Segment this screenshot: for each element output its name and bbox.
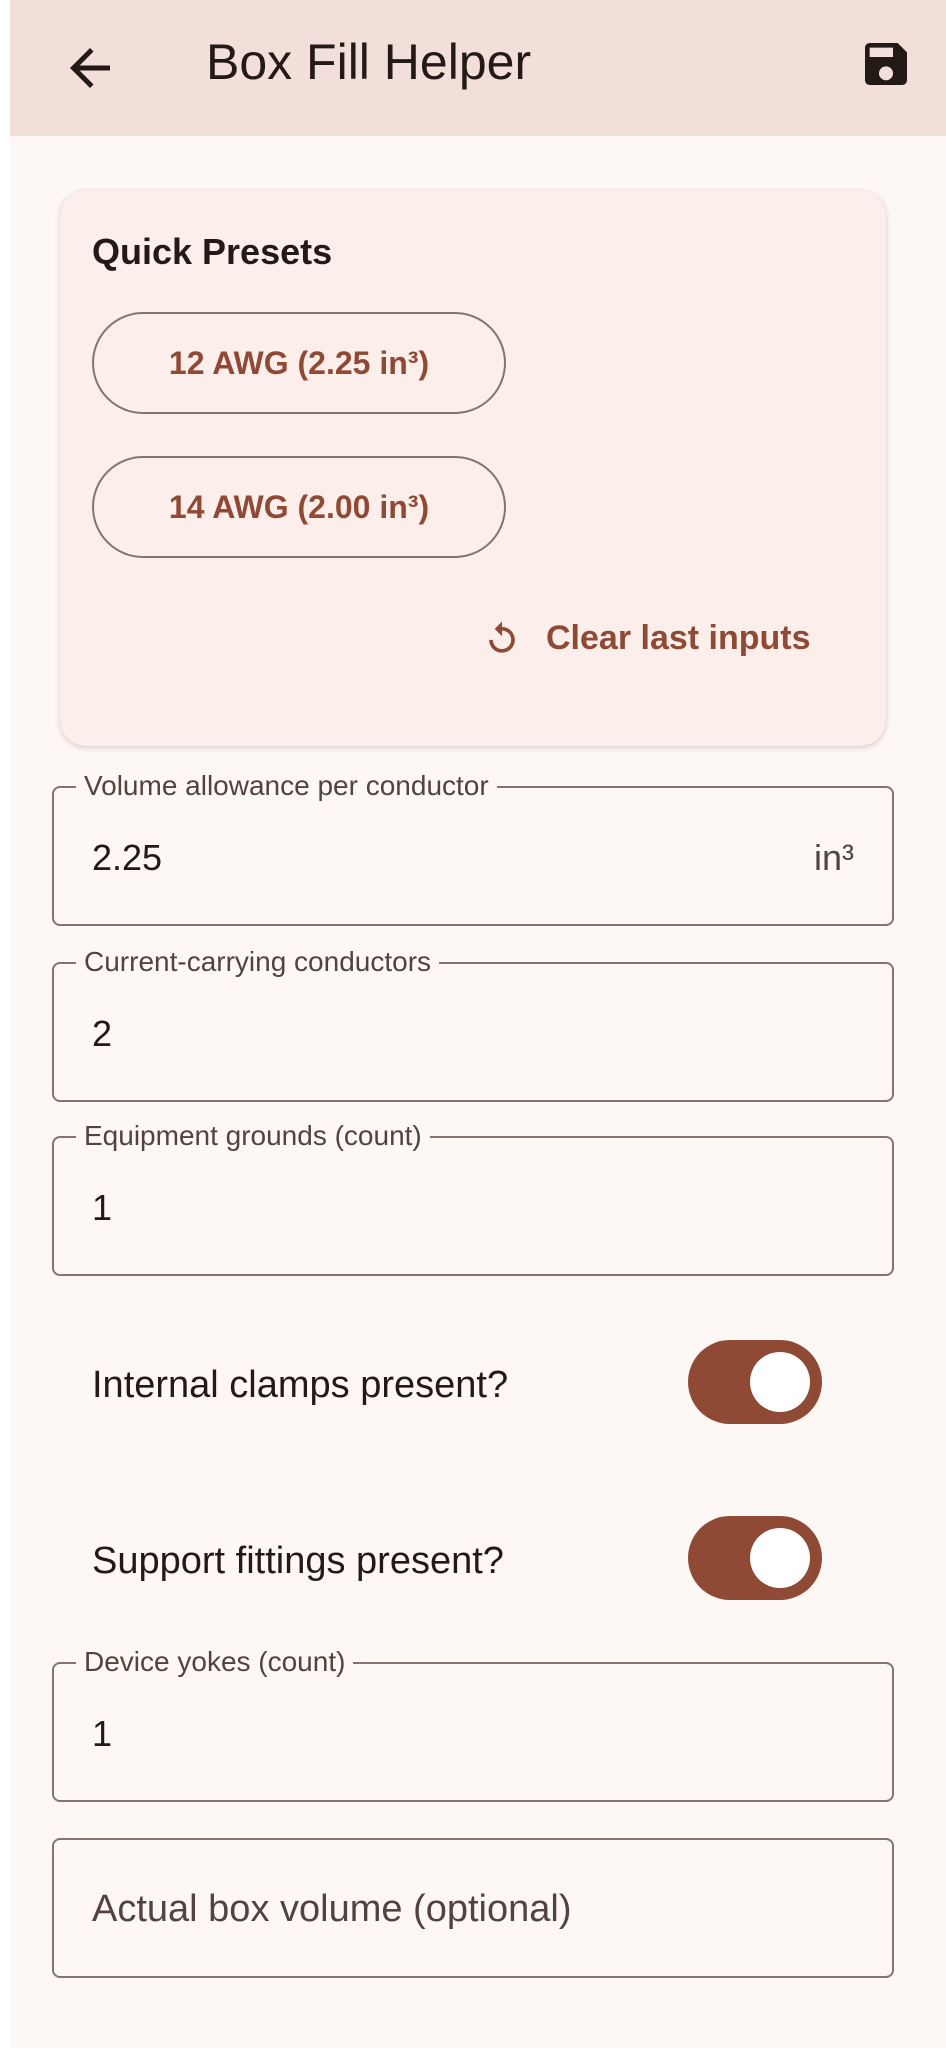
actual-box-volume-field[interactable]: Actual box volume (optional) (52, 1838, 894, 1978)
preset-button-label: 14 AWG (2.00 in³) (168, 488, 430, 525)
toggle-label: Support fittings present? (92, 1540, 504, 1582)
left-edge-strip (0, 0, 10, 2048)
app-bar: Box Fill Helper (10, 0, 946, 136)
field-label: Volume allowance per conductor (76, 770, 497, 802)
current-carrying-conductors-field[interactable]: Current-carrying conductors 2 (52, 946, 894, 1102)
unit-suffix: in³ (813, 837, 854, 878)
page-title: Box Fill Helper (206, 34, 532, 90)
field-label: Device yokes (count) (76, 1646, 354, 1678)
field-value: 1 (92, 1713, 113, 1754)
volume-allowance-field[interactable]: Volume allowance per conductor 2.25 in³ (52, 770, 894, 926)
clear-button-label: Clear last inputs (546, 618, 811, 657)
preset-14-awg-button[interactable]: 14 AWG (2.00 in³) (92, 456, 506, 558)
field-label: Current-carrying conductors (76, 946, 440, 978)
refresh-icon (489, 621, 515, 653)
arrow-left-icon[interactable] (60, 38, 120, 98)
field-label: Equipment grounds (count) (76, 1120, 430, 1152)
device-yokes-field[interactable]: Device yokes (count) 1 (52, 1646, 894, 1802)
internal-clamps-row: Internal clamps present? (52, 1340, 894, 1430)
field-value: 1 (92, 1187, 113, 1228)
support-fittings-row: Support fittings present? (52, 1516, 894, 1606)
clear-last-inputs-button[interactable]: Clear last inputs (480, 602, 870, 674)
equipment-grounds-field[interactable]: Equipment grounds (count) 1 (52, 1120, 894, 1276)
field-value: 2.25 (92, 837, 163, 878)
preset-12-awg-button[interactable]: 12 AWG (2.25 in³) (92, 312, 506, 414)
preset-button-label: 12 AWG (2.25 in³) (168, 344, 430, 381)
quick-presets-card: Quick Presets 12 AWG (2.25 in³) 14 AWG (… (60, 190, 886, 746)
internal-clamps-switch[interactable] (688, 1340, 822, 1424)
switch-thumb (750, 1528, 810, 1588)
card-title: Quick Presets (92, 231, 333, 272)
save-icon[interactable] (858, 36, 914, 92)
toggle-label: Internal clamps present? (92, 1364, 509, 1406)
field-placeholder: Actual box volume (optional) (92, 1888, 572, 1930)
switch-thumb (750, 1352, 810, 1412)
support-fittings-switch[interactable] (688, 1516, 822, 1600)
field-value: 2 (92, 1013, 113, 1054)
